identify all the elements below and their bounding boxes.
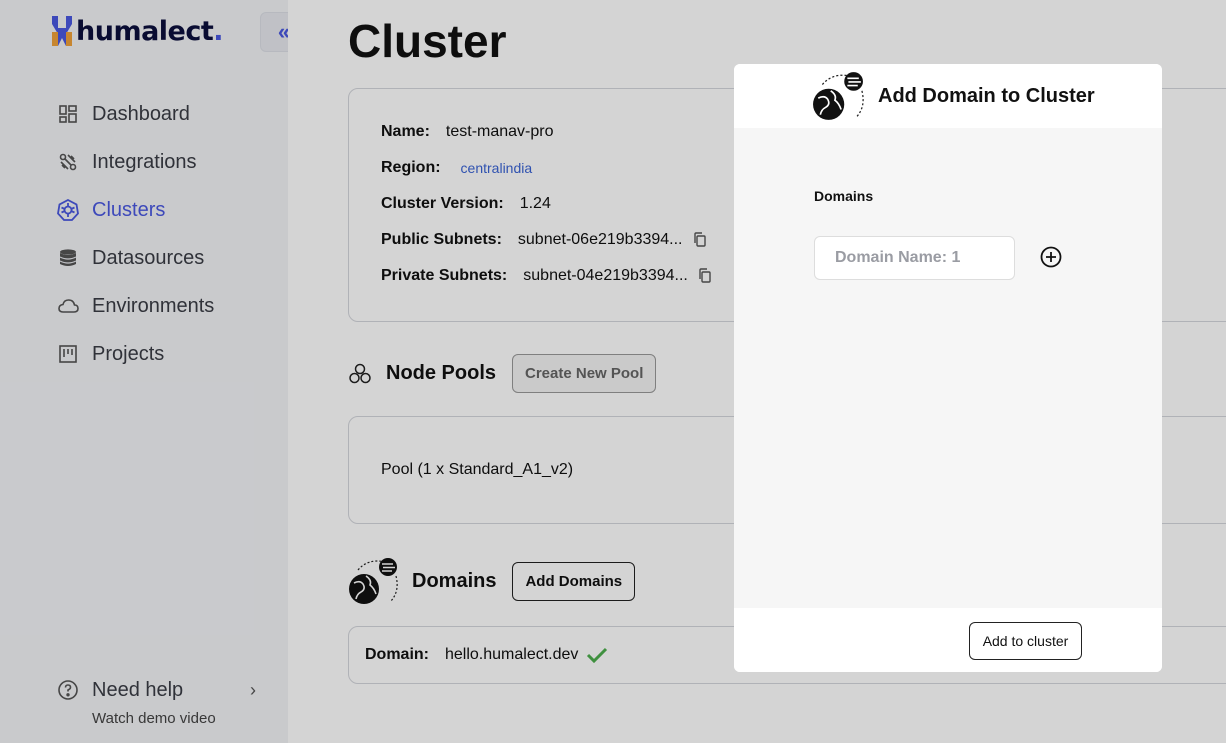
add-domain-modal: Add Domain to Cluster Domains Add to clu…	[734, 64, 1162, 672]
modal-title: Add Domain to Cluster	[878, 84, 1095, 107]
modal-footer: Add to cluster	[734, 608, 1162, 672]
domains-field-label: Domains	[814, 188, 874, 204]
modal-header: Add Domain to Cluster	[734, 64, 1162, 128]
domain-name-input[interactable]	[814, 236, 1015, 280]
add-to-cluster-button[interactable]: Add to cluster	[969, 622, 1082, 660]
globe-icon	[813, 72, 864, 120]
modal-body: Domains	[734, 128, 1162, 608]
add-circle-icon[interactable]	[1040, 246, 1062, 268]
